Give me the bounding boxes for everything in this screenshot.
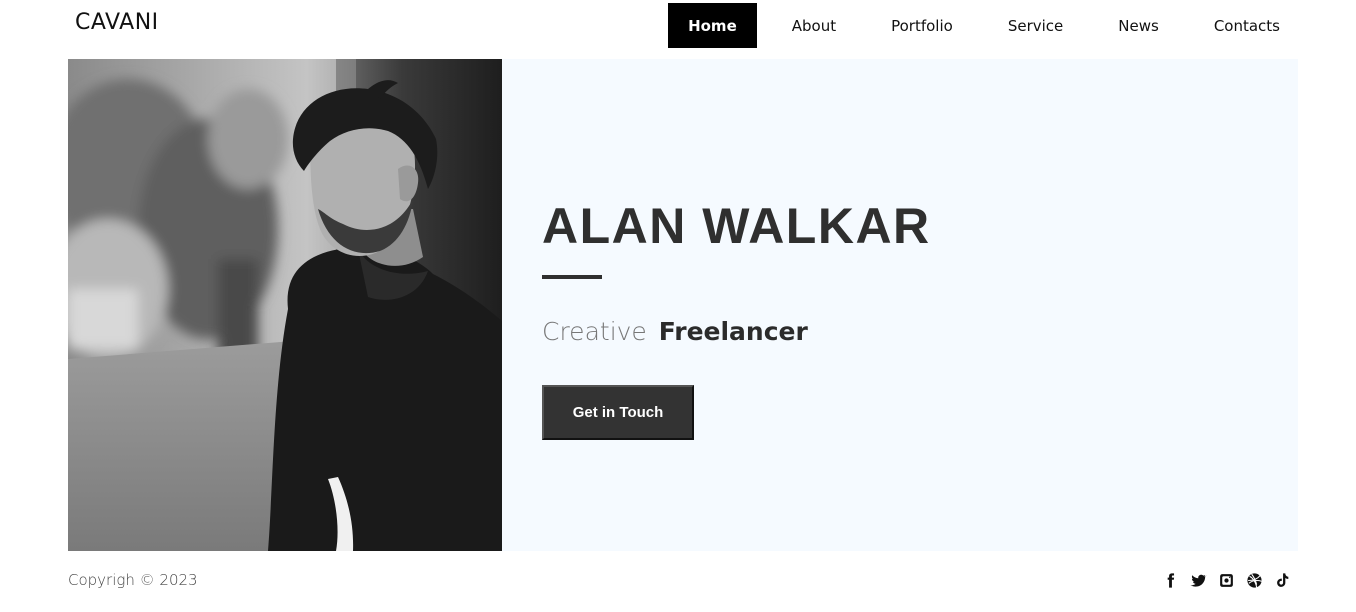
- nav-portfolio[interactable]: Portfolio: [871, 3, 973, 48]
- main-nav: Home About Portfolio Service News Contac…: [653, 3, 1300, 48]
- social-links: [1152, 570, 1292, 590]
- nav-home[interactable]: Home: [668, 3, 757, 48]
- hero-role-strong: Freelancer: [658, 317, 808, 346]
- hero-role: Creative Freelancer: [542, 317, 808, 346]
- twitter-icon[interactable]: [1188, 570, 1208, 590]
- site-header: CAVANI Home About Portfolio Service News…: [0, 0, 1356, 52]
- dribbble-icon[interactable]: [1244, 570, 1264, 590]
- hero-role-light: Creative: [542, 317, 647, 346]
- nav-about[interactable]: About: [772, 3, 856, 48]
- hero-divider: [542, 275, 602, 279]
- tiktok-icon[interactable]: [1272, 570, 1292, 590]
- nav-service[interactable]: Service: [988, 3, 1083, 48]
- hero-name-heading: ALAN WALKAR: [542, 198, 931, 254]
- hero-portrait-photo: [68, 59, 502, 551]
- facebook-icon[interactable]: [1160, 570, 1180, 590]
- nav-contacts[interactable]: Contacts: [1194, 3, 1300, 48]
- instagram-icon[interactable]: [1216, 570, 1236, 590]
- get-in-touch-button[interactable]: Get in Touch: [542, 385, 694, 440]
- copyright-text: Copyrigh © 2023: [68, 571, 198, 589]
- nav-news[interactable]: News: [1098, 3, 1179, 48]
- portrait-illustration: [68, 59, 502, 551]
- hero-panel: ALAN WALKAR Creative Freelancer Get in T…: [502, 59, 1298, 551]
- brand-logo[interactable]: CAVANI: [75, 10, 159, 35]
